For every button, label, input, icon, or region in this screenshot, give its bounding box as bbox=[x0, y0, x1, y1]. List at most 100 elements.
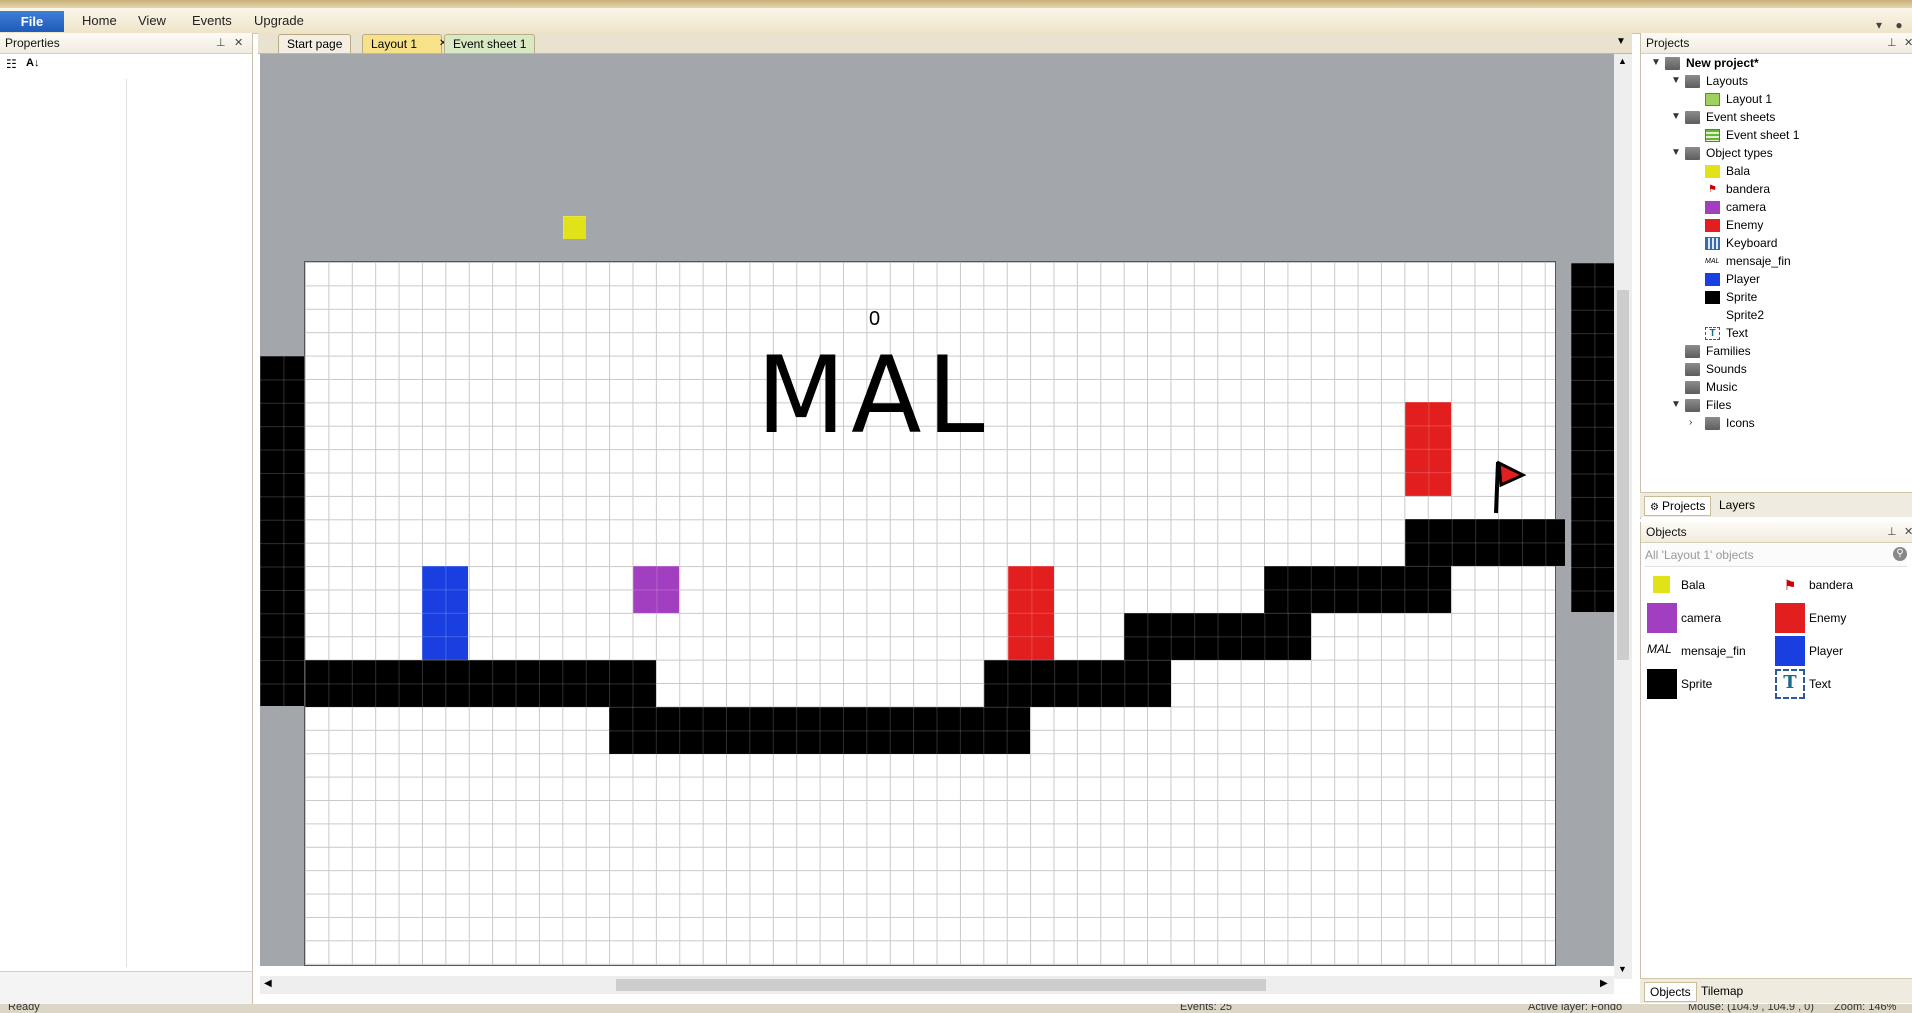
status-zoom: Zoom: 146% bbox=[1834, 1004, 1897, 1013]
object-item-mensaje-fin[interactable]: MAL mensaje_fin bbox=[1641, 634, 1769, 664]
tree-label: Sprite bbox=[1726, 290, 1758, 304]
ground-sprite[interactable] bbox=[1405, 519, 1565, 566]
left-wall-sprite[interactable] bbox=[260, 356, 304, 706]
objects-panel: Objects ⊥ ✕ All 'Layout 1' objects ⚲ Bal… bbox=[1640, 522, 1912, 978]
tab-layers[interactable]: Layers bbox=[1714, 496, 1760, 514]
menu-home[interactable]: Home bbox=[74, 12, 125, 30]
tree-object-bala[interactable]: Bala bbox=[1705, 162, 1750, 180]
pin-icon[interactable]: ⊥ bbox=[1887, 522, 1897, 542]
enemy-sprite[interactable] bbox=[1405, 402, 1451, 496]
tab-start-page[interactable]: Start page bbox=[278, 34, 352, 53]
ground-sprite[interactable] bbox=[305, 660, 656, 707]
folder-icon bbox=[1685, 363, 1700, 377]
camera-sprite[interactable] bbox=[633, 566, 679, 613]
alphabetical-sort-icon[interactable]: A↓ bbox=[26, 57, 39, 69]
tree-project-root[interactable]: New project* bbox=[1665, 54, 1759, 72]
objects-filter-field[interactable]: All 'Layout 1' objects ⚲ bbox=[1645, 544, 1907, 567]
tree-event-sheets-folder[interactable]: Event sheets bbox=[1685, 108, 1775, 126]
filter-icon[interactable]: ⚲ bbox=[1893, 547, 1907, 561]
folder-icon bbox=[1665, 57, 1680, 71]
expand-arrow-icon[interactable]: ▼ bbox=[1651, 57, 1661, 68]
collapse-arrow-icon[interactable]: › bbox=[1689, 417, 1692, 428]
ground-sprite[interactable] bbox=[984, 660, 1171, 707]
expand-arrow-icon[interactable]: ▼ bbox=[1671, 75, 1681, 86]
tree-object-text[interactable]: T Text bbox=[1705, 324, 1748, 342]
tree-object-mensaje-fin[interactable]: MAL mensaje_fin bbox=[1705, 252, 1791, 270]
object-item-enemy[interactable]: Enemy bbox=[1769, 601, 1897, 633]
enemy-sprite[interactable] bbox=[1008, 566, 1054, 660]
close-icon[interactable]: ✕ bbox=[234, 33, 243, 53]
tab-event-sheet-1[interactable]: Event sheet 1 bbox=[444, 34, 536, 53]
layout-view[interactable]: 0 MAL bbox=[260, 54, 1614, 966]
menu-upgrade[interactable]: Upgrade bbox=[246, 12, 312, 30]
ribbon-minimize-icon[interactable]: ▾ bbox=[1872, 18, 1886, 32]
expand-arrow-icon[interactable]: ▼ bbox=[1671, 147, 1681, 158]
scroll-left-icon[interactable]: ◀ bbox=[264, 978, 272, 989]
help-icon[interactable]: ● bbox=[1892, 18, 1906, 32]
tree-object-types-folder[interactable]: Object types bbox=[1685, 144, 1773, 162]
tree-object-keyboard[interactable]: Keyboard bbox=[1705, 234, 1777, 252]
mensaje-fin-text[interactable]: MAL bbox=[757, 340, 991, 452]
bandera-flag-icon[interactable] bbox=[1493, 457, 1529, 515]
tree-label: Enemy bbox=[1726, 218, 1764, 232]
vertical-scroll-thumb[interactable] bbox=[1617, 290, 1629, 660]
pin-icon[interactable]: ⊥ bbox=[216, 33, 226, 53]
horizontal-scrollbar[interactable]: ◀ ▶ bbox=[260, 976, 1614, 994]
tree-music-folder[interactable]: Music bbox=[1685, 378, 1737, 396]
vertical-scrollbar[interactable]: ▲ ▼ bbox=[1614, 54, 1632, 979]
tree-object-sprite2[interactable]: Sprite2 bbox=[1705, 306, 1764, 324]
tab-tilemap[interactable]: Tilemap bbox=[1696, 982, 1748, 1000]
properties-panel: Properties ⊥ ✕ ☷ A↓ bbox=[0, 33, 253, 1008]
expand-arrow-icon[interactable]: ▼ bbox=[1671, 111, 1681, 122]
object-item-sprite[interactable]: Sprite bbox=[1641, 667, 1769, 699]
object-item-text[interactable]: T Text bbox=[1769, 667, 1897, 699]
close-icon[interactable]: ✕ bbox=[1904, 33, 1912, 53]
tab-layout-1[interactable]: Layout 1 ✕ bbox=[362, 34, 447, 53]
tree-event-sheet-1[interactable]: Event sheet 1 bbox=[1705, 126, 1799, 144]
ground-sprite[interactable] bbox=[1264, 566, 1451, 613]
file-menu-button[interactable]: File bbox=[0, 11, 64, 32]
tree-label: Sprite2 bbox=[1726, 308, 1765, 322]
tree-icons-folder[interactable]: Icons bbox=[1705, 414, 1755, 432]
object-item-camera[interactable]: camera bbox=[1641, 601, 1769, 633]
tree-object-sprite[interactable]: Sprite bbox=[1705, 288, 1757, 306]
folder-icon bbox=[1685, 345, 1700, 359]
layout-background-grid: 0 MAL bbox=[304, 261, 1565, 966]
scroll-down-icon[interactable]: ▼ bbox=[1618, 964, 1627, 974]
scroll-right-icon[interactable]: ▶ bbox=[1600, 978, 1608, 989]
bala-instance[interactable] bbox=[563, 216, 586, 239]
tab-objects[interactable]: Objects bbox=[1644, 982, 1697, 1002]
player-sprite[interactable] bbox=[422, 566, 468, 660]
tree-families-folder[interactable]: Families bbox=[1685, 342, 1751, 360]
object-item-label: Enemy bbox=[1809, 611, 1847, 625]
sprite-icon bbox=[1647, 669, 1677, 699]
object-item-bala[interactable]: Bala bbox=[1641, 568, 1769, 598]
ground-sprite[interactable] bbox=[1124, 613, 1311, 660]
tree-object-camera[interactable]: camera bbox=[1705, 198, 1766, 216]
tree-layout-1[interactable]: Layout 1 bbox=[1705, 90, 1772, 108]
tree-object-bandera[interactable]: ⚑ bandera bbox=[1705, 180, 1770, 198]
tree-object-enemy[interactable]: Enemy bbox=[1705, 216, 1763, 234]
tab-projects[interactable]: ⚙ Projects bbox=[1644, 496, 1712, 516]
tree-sounds-folder[interactable]: Sounds bbox=[1685, 360, 1747, 378]
expand-arrow-icon[interactable]: ▼ bbox=[1671, 399, 1681, 410]
tree-object-player[interactable]: Player bbox=[1705, 270, 1760, 288]
tree-layouts-folder[interactable]: Layouts bbox=[1685, 72, 1748, 90]
horizontal-scroll-thumb[interactable] bbox=[616, 979, 1266, 991]
menu-events[interactable]: Events bbox=[184, 12, 240, 30]
tree-files-folder[interactable]: Files bbox=[1685, 396, 1731, 414]
ground-sprite[interactable] bbox=[609, 707, 1030, 754]
tree-label: Object types bbox=[1706, 146, 1773, 160]
keyboard-icon bbox=[1705, 237, 1720, 251]
categorized-sort-icon[interactable]: ☷ bbox=[6, 57, 17, 71]
object-item-player[interactable]: Player bbox=[1769, 634, 1897, 666]
close-icon[interactable]: ✕ bbox=[1904, 522, 1912, 542]
menu-view[interactable]: View bbox=[130, 12, 174, 30]
scroll-up-icon[interactable]: ▲ bbox=[1618, 56, 1627, 66]
right-wall-sprite[interactable] bbox=[1571, 263, 1614, 612]
score-text[interactable]: 0 bbox=[869, 308, 880, 331]
tab-list-dropdown-icon[interactable]: ▼ bbox=[1616, 36, 1626, 47]
pin-icon[interactable]: ⊥ bbox=[1887, 33, 1897, 53]
text-sprite-icon: MAL bbox=[1705, 258, 1720, 266]
object-item-bandera[interactable]: ⚑ bandera bbox=[1769, 568, 1897, 598]
